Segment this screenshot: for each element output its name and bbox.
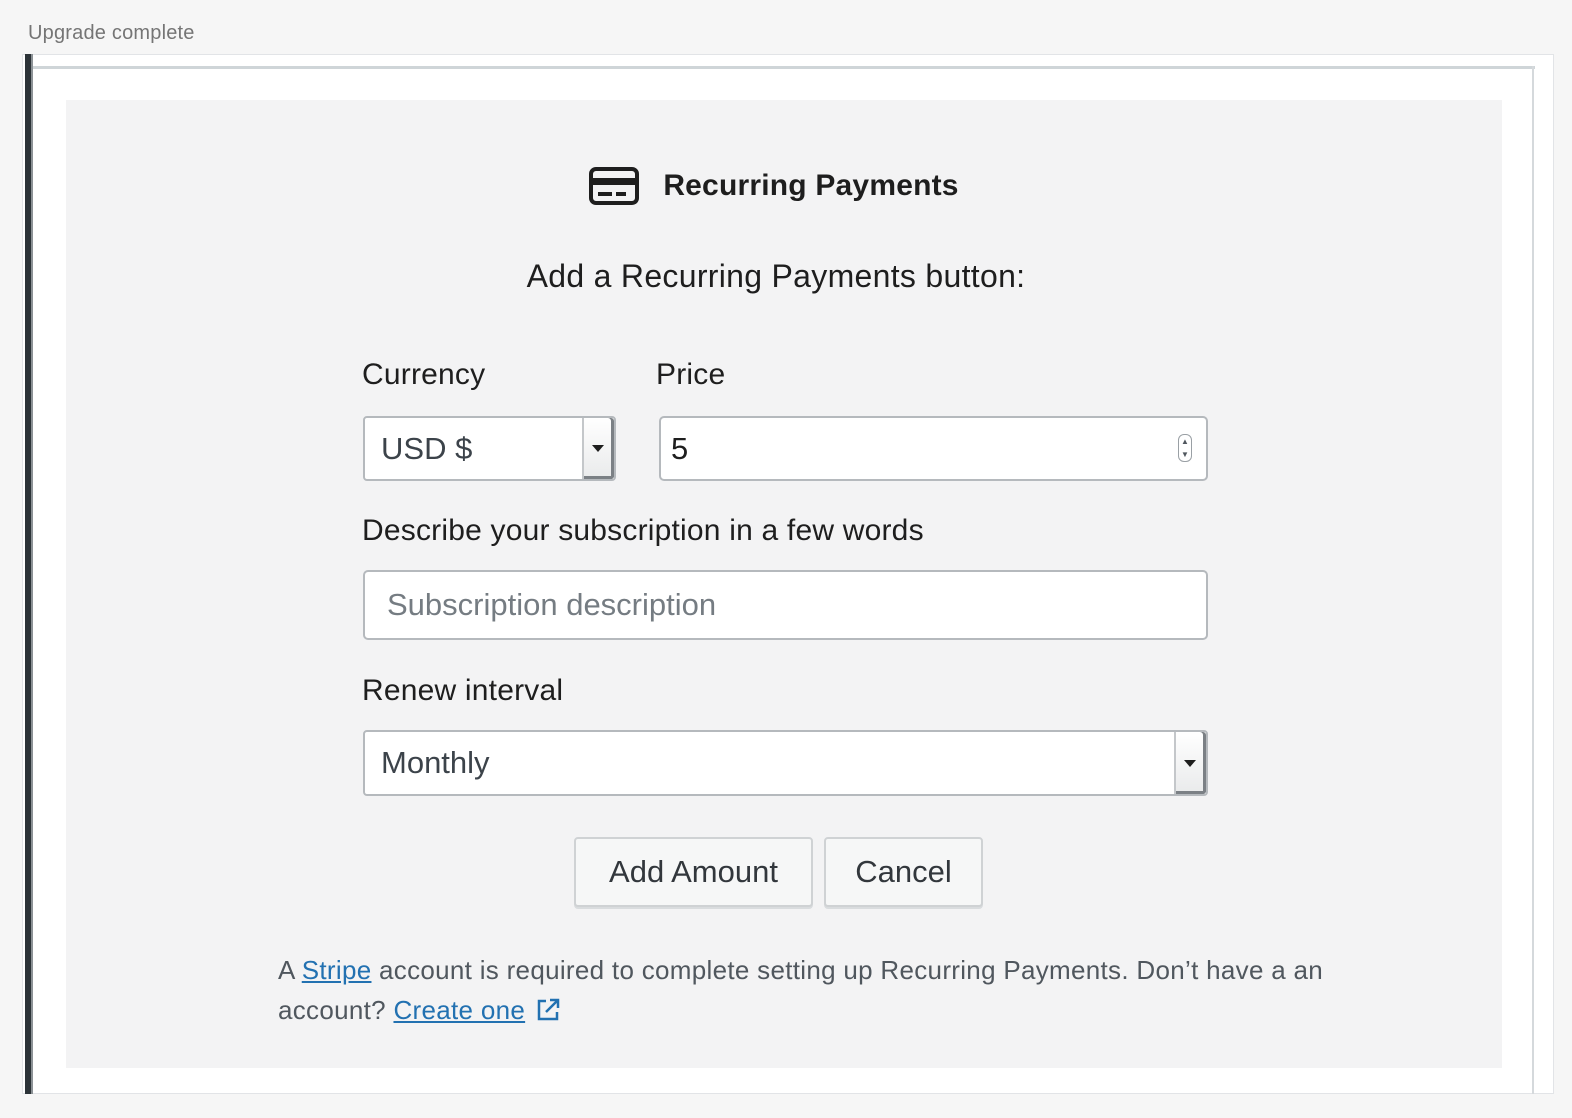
description-label: Describe your subscription in a few word…: [362, 514, 924, 547]
description-placeholder: Subscription description: [387, 587, 717, 622]
description-input[interactable]: Subscription description: [363, 570, 1208, 640]
external-link-icon[interactable]: [535, 994, 561, 1021]
block-title-row: Recurring Payments: [0, 160, 1560, 212]
chevron-down-icon[interactable]: [1174, 732, 1206, 794]
block-title: Recurring Payments: [663, 169, 959, 202]
stepper-icon[interactable]: ▲ ▼: [1178, 434, 1192, 462]
cancel-button[interactable]: Cancel: [824, 837, 983, 907]
create-account-link[interactable]: Create one: [393, 995, 525, 1025]
chevron-down-icon[interactable]: [582, 418, 614, 479]
currency-select[interactable]: USD $: [363, 416, 616, 481]
stripe-link[interactable]: Stripe: [302, 955, 372, 985]
add-amount-button[interactable]: Add Amount: [574, 837, 813, 907]
currency-select-value: USD $: [381, 430, 473, 466]
frame-top-border: [33, 66, 1535, 69]
currency-label: Currency: [362, 358, 486, 391]
interval-select-value: Monthly: [381, 745, 490, 780]
price-input-value: 5: [671, 430, 689, 466]
interval-select[interactable]: Monthly: [363, 730, 1208, 796]
block-instructions: Add a Recurring Payments button:: [526, 258, 1026, 294]
price-input[interactable]: 5 ▲ ▼: [659, 416, 1208, 481]
credit-card-icon: [589, 166, 640, 206]
stripe-help-text: A Stripe account is required to complete…: [278, 950, 1378, 1030]
help-prefix: A: [278, 955, 295, 985]
frame-right-border: [1532, 66, 1534, 1094]
status-text: Upgrade complete: [28, 22, 195, 44]
price-label: Price: [656, 358, 726, 391]
interval-label: Renew interval: [362, 674, 564, 707]
